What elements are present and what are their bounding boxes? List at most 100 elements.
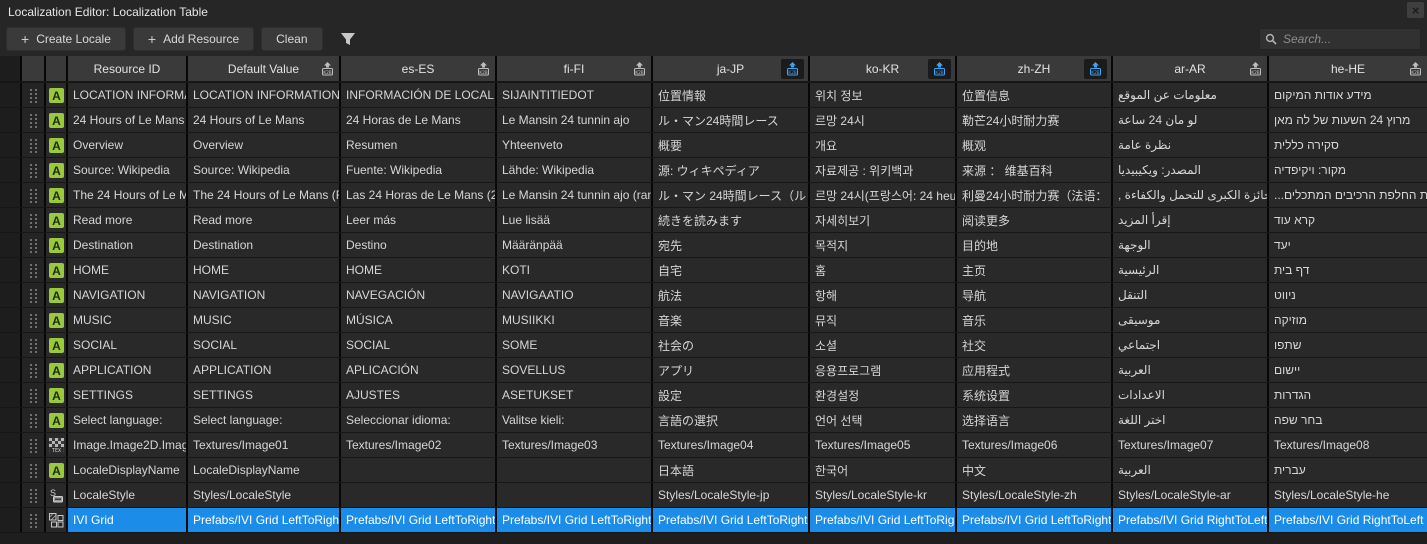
cell-es-es[interactable]: Destino (341, 233, 495, 257)
cell-ja-jp[interactable]: 宛先 (653, 233, 808, 257)
cell-fi-fi[interactable]: Le Mansin 24 tunnin ajo (ran (497, 183, 651, 207)
cell-he-he[interactable]: סקירה כללית (1269, 133, 1427, 157)
cell-zh-zh[interactable]: 系统设置 (957, 383, 1111, 407)
cell-he-he[interactable]: יעד (1269, 233, 1427, 257)
cell-ja-jp[interactable]: ル・マン 24時間レース（ル・マン (653, 183, 808, 207)
cell-ja-jp[interactable]: Styles/LocaleStyle-jp (653, 483, 808, 507)
cell-zh-zh[interactable]: 阅读更多 (957, 208, 1111, 232)
table-row[interactable]: S LocaleStyle Styles/LocaleStyle Styles/Lo… (0, 483, 1427, 507)
drag-handle[interactable] (22, 483, 44, 507)
cell-he-he[interactable]: Textures/Image08 (1269, 433, 1427, 457)
cell-ar-ar[interactable]: العربية (1113, 458, 1267, 482)
cell-resource-id[interactable]: LocaleStyle (68, 483, 186, 507)
cell-zh-zh[interactable]: 勒芒24小时耐力赛 (957, 108, 1111, 132)
column-header-es-es[interactable]: es-ES K2B (341, 56, 495, 81)
drag-handle[interactable] (22, 233, 44, 257)
cell-ko-kr[interactable]: 소셜 (810, 333, 955, 357)
cell-he-he[interactable]: יישום (1269, 358, 1427, 382)
cell-ja-jp[interactable]: Prefabs/IVI Grid LeftToRight (653, 508, 808, 532)
cell-he-he[interactable]: ת החלפת הרכיבים המתכלים... (1269, 183, 1427, 207)
cell-default-value[interactable]: MUSIC (188, 308, 339, 332)
cell-es-es[interactable]: INFORMACIÓN DE LOCALIZ (341, 83, 495, 107)
cell-default-value[interactable]: SETTINGS (188, 383, 339, 407)
drag-handle[interactable] (22, 308, 44, 332)
table-row[interactable]: IVI Grid Prefabs/IVI Grid LeftToRight Pref… (0, 508, 1427, 532)
drag-handle[interactable] (22, 508, 44, 532)
cell-default-value[interactable]: Styles/LocaleStyle (188, 483, 339, 507)
cell-ar-ar[interactable]: Textures/Image07 (1113, 433, 1267, 457)
cell-ar-ar[interactable]: لو مان 24 ساعة (1113, 108, 1267, 132)
cell-ar-ar[interactable]: التنقل (1113, 283, 1267, 307)
column-zh-zh-k2b-icon[interactable]: K2B (1084, 58, 1107, 79)
cell-he-he[interactable]: Prefabs/IVI Grid RightToLeft (1269, 508, 1427, 532)
cell-fi-fi[interactable]: Textures/Image03 (497, 433, 651, 457)
cell-es-es[interactable]: Seleccionar idioma: (341, 408, 495, 432)
cell-fi-fi[interactable]: SIJAINTITIEDOT (497, 83, 651, 107)
column-header-he-he[interactable]: he-HE K2B (1269, 56, 1427, 81)
cell-fi-fi[interactable] (497, 483, 651, 507)
cell-ja-jp[interactable]: ル・マン24時間レース (653, 108, 808, 132)
cell-es-es[interactable]: Prefabs/IVI Grid LeftToRight (341, 508, 495, 532)
table-row[interactable]: TEX Image.Image2D.Imag Textures/Image01 Te… (0, 433, 1427, 457)
cell-default-value[interactable]: LOCATION INFORMATION (188, 83, 339, 107)
add-resource-button[interactable]: + Add Resource (132, 27, 255, 51)
cell-ja-jp[interactable]: 社会の (653, 333, 808, 357)
cell-resource-id[interactable]: SETTINGS (68, 383, 186, 407)
cell-he-he[interactable]: קרא עוד (1269, 208, 1427, 232)
column-es-es-k2b-icon[interactable]: K2B (476, 61, 491, 76)
drag-handle[interactable] (22, 433, 44, 457)
cell-ja-jp[interactable]: 音楽 (653, 308, 808, 332)
cell-zh-zh[interactable]: 目的地 (957, 233, 1111, 257)
cell-default-value[interactable]: SOCIAL (188, 333, 339, 357)
cell-ko-kr[interactable]: 환경설정 (810, 383, 955, 407)
cell-fi-fi[interactable]: Valitse kieli: (497, 408, 651, 432)
cell-ja-jp[interactable]: Textures/Image04 (653, 433, 808, 457)
cell-ar-ar[interactable]: نظرة عامة (1113, 133, 1267, 157)
column-header-ja-jp[interactable]: ja-JP K2B (653, 56, 808, 81)
cell-resource-id[interactable]: NAVIGATION (68, 283, 186, 307)
cell-ja-jp[interactable]: 日本語 (653, 458, 808, 482)
create-locale-button[interactable]: + Create Locale (6, 27, 126, 51)
cell-default-value[interactable]: Textures/Image01 (188, 433, 339, 457)
cell-ar-ar[interactable]: إقرأ المزيد (1113, 208, 1267, 232)
table-row[interactable]: A LOCATION INFORMATLOCATION INFORMATIONI… (0, 83, 1427, 107)
cell-he-he[interactable]: בחר שפה (1269, 408, 1427, 432)
cell-ar-ar[interactable]: Styles/LocaleStyle-ar (1113, 483, 1267, 507)
cell-he-he[interactable]: דף בית (1269, 258, 1427, 282)
column-fi-fi-k2b-icon[interactable]: K2B (632, 61, 647, 76)
cell-he-he[interactable]: מקור: ויקיפדיה (1269, 158, 1427, 182)
drag-handle[interactable] (22, 408, 44, 432)
cell-es-es[interactable]: Resumen (341, 133, 495, 157)
cell-default-value[interactable]: 24 Hours of Le Mans (188, 108, 339, 132)
cell-zh-zh[interactable]: 音乐 (957, 308, 1111, 332)
table-row[interactable]: A The 24 Hours of Le M The 24 Hours of Le… (0, 183, 1427, 207)
cell-he-he[interactable]: עברית (1269, 458, 1427, 482)
cell-resource-id[interactable]: APPLICATION (68, 358, 186, 382)
table-row[interactable]: A 24 Hours of Le Mans 24 Hours of Le Mans… (0, 108, 1427, 132)
cell-ja-jp[interactable]: 概要 (653, 133, 808, 157)
cell-ar-ar[interactable]: Prefabs/IVI Grid RightToLeft (1113, 508, 1267, 532)
cell-resource-id[interactable]: Destination (68, 233, 186, 257)
table-row[interactable]: A APPLICATION APPLICATION APLICACIÓN SOVELL… (0, 358, 1427, 382)
cell-zh-zh[interactable]: 社交 (957, 333, 1111, 357)
cell-default-value[interactable]: NAVIGATION (188, 283, 339, 307)
cell-es-es[interactable]: 24 Horas de Le Mans (341, 108, 495, 132)
drag-handle[interactable] (22, 283, 44, 307)
cell-he-he[interactable]: מרוץ 24 השעות של לה מאן (1269, 108, 1427, 132)
cell-zh-zh[interactable]: Textures/Image06 (957, 433, 1111, 457)
cell-ar-ar[interactable]: العربية (1113, 358, 1267, 382)
cell-resource-id[interactable]: LOCATION INFORMAT (68, 83, 186, 107)
drag-handle[interactable] (22, 158, 44, 182)
search-input[interactable] (1281, 31, 1415, 47)
cell-fi-fi[interactable]: KOTI (497, 258, 651, 282)
table-row[interactable]: A Destination Destination Destino Määränpää… (0, 233, 1427, 257)
cell-he-he[interactable]: שתפו (1269, 333, 1427, 357)
cell-resource-id[interactable]: The 24 Hours of Le M (68, 183, 186, 207)
clean-button[interactable]: Clean (261, 27, 323, 51)
table-row[interactable]: A SETTINGS SETTINGS AJUSTES ASETUKSET 設定 환경설정… (0, 383, 1427, 407)
cell-ar-ar[interactable]: الاعدادات (1113, 383, 1267, 407)
cell-he-he[interactable]: הגדרות (1269, 383, 1427, 407)
column-ko-kr-k2b-icon[interactable]: K2B (928, 58, 951, 79)
cell-resource-id[interactable]: Select language: (68, 408, 186, 432)
cell-zh-zh[interactable]: 概观 (957, 133, 1111, 157)
